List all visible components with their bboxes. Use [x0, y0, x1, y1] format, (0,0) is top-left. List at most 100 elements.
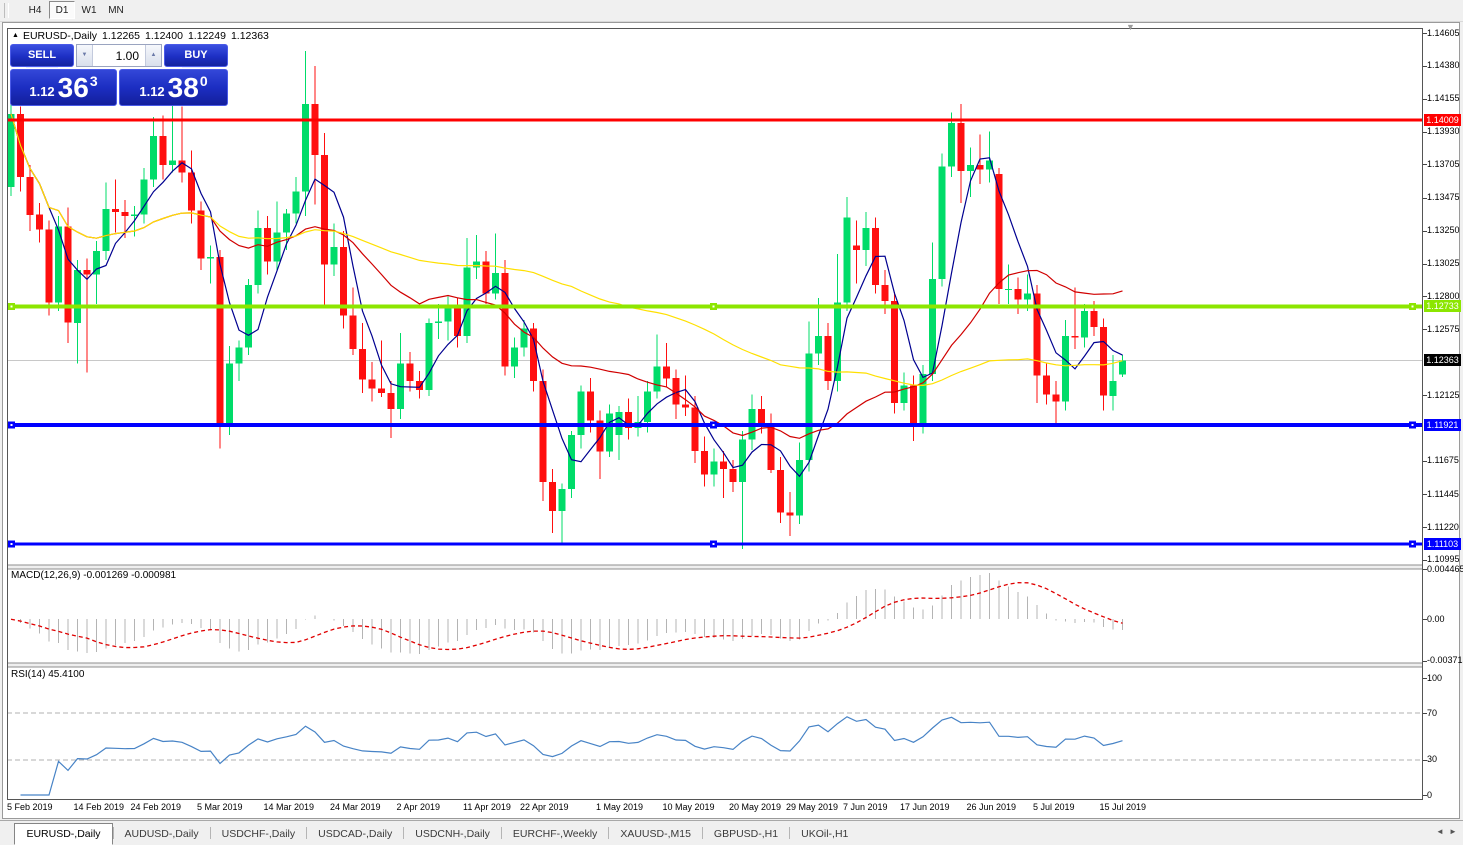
price-axis-tick [1423, 329, 1427, 330]
chart-tab-usdcnh-daily[interactable]: USDCNH-,Daily [404, 825, 501, 844]
buy-price-pip: 0 [200, 73, 208, 89]
chart-tab-gbpusd-h1[interactable]: GBPUSD-,H1 [703, 825, 789, 844]
date-axis-label: 26 Jun 2019 [967, 802, 1017, 812]
hline-handle-dot [11, 305, 13, 307]
tab-scroll-right-button[interactable]: ► [1449, 827, 1457, 836]
price-axis-tick [1423, 264, 1427, 265]
timeframe-button-H4[interactable]: H4 [22, 1, 48, 19]
date-axis-label: 24 Mar 2019 [330, 802, 381, 812]
hline-handle-dot [1412, 424, 1414, 426]
price-axis-tick [1423, 164, 1427, 165]
rsi-indicator-label: RSI(14) 45.4100 [11, 669, 84, 680]
hline-handle-dot [11, 543, 13, 545]
hline-handle-dot [11, 424, 13, 426]
price-axis-label: 1.11445 [1427, 489, 1463, 500]
date-axis-label: 20 May 2019 [729, 802, 781, 812]
chart-tab-ukoil-h1[interactable]: UKOil-,H1 [790, 825, 859, 844]
quote-open: 1.12265 [102, 30, 140, 42]
chart-tab-xauusd-m15[interactable]: XAUUSD-,M15 [609, 825, 702, 844]
chart-tab-usdchf-daily[interactable]: USDCHF-,Daily [211, 825, 307, 844]
panel-splitter[interactable] [7, 663, 1423, 667]
chart-tab-audusd-daily[interactable]: AUDUSD-,Daily [114, 825, 210, 844]
chart-tab-usdcad-daily[interactable]: USDCAD-,Daily [307, 825, 403, 844]
date-axis-label: 5 Jul 2019 [1033, 802, 1075, 812]
buy-button[interactable]: BUY [164, 44, 228, 67]
rsi-axis-label: 30 [1427, 754, 1463, 765]
rsi-axis-tick [1423, 713, 1427, 714]
sell-price-pip: 3 [90, 73, 98, 89]
buy-price-big: 38 [168, 72, 199, 104]
price-axis-marker-label: 1.11103 [1424, 538, 1461, 550]
chart-tab-eurusd-daily[interactable]: EURUSD-,Daily [14, 823, 112, 845]
volume-spinner: ▼ ▲ [76, 44, 162, 67]
rsi-axis-label: 70 [1427, 708, 1463, 719]
hline-handle-dot [713, 424, 715, 426]
price-axis-marker-label: 1.12363 [1424, 354, 1461, 366]
price-axis-tick [1423, 527, 1427, 528]
collapse-triangle-icon[interactable]: ▲ [12, 32, 19, 39]
hline-handle-dot [1412, 305, 1414, 307]
sell-button-label: SELL [26, 45, 58, 68]
quote-close: 1.12363 [231, 30, 269, 42]
buy-price-tile[interactable]: 1.12 380 [119, 69, 228, 106]
date-axis-label: 5 Feb 2019 [7, 802, 53, 812]
buy-price-prefix: 1.12 [139, 84, 164, 99]
price-axis-marker-label: 1.11921 [1424, 419, 1461, 431]
volume-input[interactable] [93, 45, 145, 66]
date-axis-label: 14 Mar 2019 [264, 802, 315, 812]
toolbar-grip[interactable] [4, 3, 9, 18]
date-axis-label: 2 Apr 2019 [397, 802, 441, 812]
price-axis-tick [1423, 494, 1427, 495]
price-axis-label: 1.12125 [1427, 390, 1463, 401]
quote-symbol: EURUSD-,Daily [23, 30, 97, 42]
sell-button[interactable]: SELL [10, 44, 74, 67]
metatrader-window: H4D1W1MN ▲EURUSD-,Daily1.122651.124001.1… [0, 0, 1463, 845]
timeframe-button-MN[interactable]: MN [103, 1, 129, 19]
chart-area[interactable] [7, 28, 1423, 800]
price-axis-label: 1.13475 [1427, 192, 1463, 203]
rsi-axis-tick [1423, 760, 1427, 761]
price-axis-tick [1423, 395, 1427, 396]
hline-handle-dot [1412, 543, 1414, 545]
price-axis-label: 1.13025 [1427, 258, 1463, 269]
price-axis-marker-label: 1.14009 [1424, 114, 1461, 126]
rsi-axis-tick [1423, 678, 1427, 679]
sell-price-tile[interactable]: 1.12363 [10, 69, 117, 106]
timeframe-button-D1[interactable]: D1 [49, 1, 75, 19]
chart-canvas[interactable] [7, 28, 1423, 800]
timeframe-button-W1[interactable]: W1 [76, 1, 102, 19]
price-axis-tick [1423, 461, 1427, 462]
date-axis-label: 5 Mar 2019 [197, 802, 243, 812]
date-axis-label: 1 May 2019 [596, 802, 643, 812]
hline-handle-dot [713, 543, 715, 545]
price-axis-label: 1.14155 [1427, 93, 1463, 104]
buy-button-label: BUY [182, 45, 209, 68]
sell-price-big: 36 [58, 72, 89, 104]
date-axis-label: 10 May 2019 [663, 802, 715, 812]
date-axis-label: 29 May 2019 [786, 802, 838, 812]
price-axis-tick [1423, 296, 1427, 297]
price-axis-tick [1423, 560, 1427, 561]
price-axis-tick [1423, 99, 1427, 100]
price-axis-label: 1.13930 [1427, 126, 1463, 137]
rsi-axis-tick [1423, 795, 1427, 796]
chart-tab-eurchf-weekly[interactable]: EURCHF-,Weekly [502, 825, 608, 844]
tab-scroll-left-button[interactable]: ◄ [1436, 827, 1444, 836]
macd-axis-tick [1423, 569, 1427, 570]
price-axis-tick [1423, 33, 1427, 34]
price-axis-marker-label: 1.12733 [1424, 300, 1461, 312]
volume-increase-button[interactable]: ▲ [145, 45, 161, 66]
timeframe-toolbar: H4D1W1MN [0, 0, 1463, 22]
macd-axis-tick [1423, 619, 1427, 620]
date-axis-label: 22 Apr 2019 [520, 802, 569, 812]
rsi-axis-label: 100 [1427, 673, 1463, 684]
volume-decrease-button[interactable]: ▼ [77, 45, 93, 66]
panel-splitter[interactable] [7, 565, 1423, 569]
macd-axis-label: -0.003715 [1427, 655, 1463, 666]
chart-shift-marker-icon: ▼ [1126, 22, 1135, 32]
hline-handle-dot [713, 305, 715, 307]
macd-axis-label: 0.004465 [1427, 564, 1463, 575]
price-axis-label: 1.13250 [1427, 225, 1463, 236]
quote-low: 1.12249 [188, 30, 226, 42]
price-axis-label: 1.12575 [1427, 324, 1463, 335]
